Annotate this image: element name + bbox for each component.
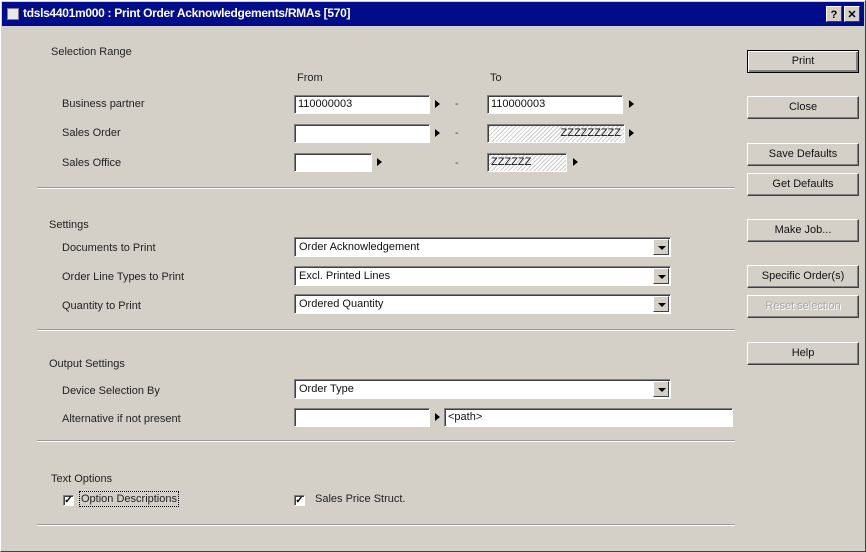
sales-office-from-zoom-icon[interactable] (377, 158, 382, 166)
range-dash: - (455, 157, 459, 169)
close-icon[interactable]: ✕ (844, 6, 860, 22)
sales-price-struct-label[interactable]: Sales Price Struct. (315, 493, 405, 505)
sales-order-to-zoom-icon[interactable] (629, 129, 634, 137)
quantity-to-print-value: Ordered Quantity (299, 298, 384, 310)
chevron-down-icon (658, 246, 666, 250)
chevron-down-icon (658, 388, 666, 392)
separator (37, 187, 735, 189)
range-dash: - (455, 98, 459, 110)
dropdown-button[interactable] (653, 239, 669, 255)
to-column-header: To (490, 72, 502, 84)
documents-to-print-label: Documents to Print (62, 242, 156, 254)
sales-office-from-field[interactable] (294, 153, 372, 172)
device-selection-value: Order Type (299, 383, 354, 395)
specific-orders-button[interactable]: Specific Order(s) (747, 265, 859, 288)
reset-selection-button[interactable]: Reset selection (747, 295, 859, 318)
title-bar[interactable]: tdsls4401m000 : Print Order Acknowledgem… (2, 2, 864, 26)
sales-office-to-field[interactable]: ZZZZZZ (487, 153, 567, 172)
chevron-down-icon (658, 303, 666, 307)
text-options-title: Text Options (51, 473, 113, 485)
alternative-field[interactable] (294, 408, 430, 427)
print-button[interactable]: Print (747, 50, 859, 73)
dropdown-button[interactable] (653, 381, 669, 397)
from-column-header: From (297, 72, 323, 84)
sales-order-label: Sales Order (62, 127, 121, 139)
dropdown-button[interactable] (653, 296, 669, 312)
settings-title: Settings (49, 219, 89, 231)
option-descriptions-label[interactable]: Option Descriptions (79, 491, 179, 507)
alternative-label: Alternative if not present (62, 413, 181, 425)
quantity-to-print-label: Quantity to Print (62, 300, 141, 312)
help-icon[interactable]: ? (826, 6, 842, 22)
sales-order-from-field[interactable] (294, 124, 430, 143)
documents-to-print-select[interactable]: Order Acknowledgement (294, 237, 671, 257)
order-line-types-select[interactable]: Excl. Printed Lines (294, 266, 671, 286)
documents-to-print-value: Order Acknowledgement (299, 241, 420, 253)
option-descriptions-checkbox[interactable]: ✓ (63, 495, 74, 506)
sales-office-label: Sales Office (62, 157, 122, 169)
get-defaults-button[interactable]: Get Defaults (747, 173, 859, 196)
close-button[interactable]: Close (747, 96, 859, 119)
device-selection-select[interactable]: Order Type (294, 379, 671, 399)
sales-office-to-zoom-icon[interactable] (573, 158, 578, 166)
separator (37, 329, 735, 331)
output-settings-title: Output Settings (49, 358, 125, 370)
selection-range-title: Selection Range (51, 46, 132, 58)
business-partner-from-zoom-icon[interactable] (435, 100, 440, 108)
make-job-button[interactable]: Make Job... (747, 219, 859, 242)
dropdown-button[interactable] (653, 268, 669, 284)
print-dialog-window: tdsls4401m000 : Print Order Acknowledgem… (0, 0, 866, 552)
chevron-down-icon (658, 275, 666, 279)
app-icon[interactable] (7, 8, 19, 20)
path-field[interactable]: <path> (444, 408, 733, 427)
separator (37, 524, 735, 526)
window-title: tdsls4401m000 : Print Order Acknowledgem… (23, 6, 351, 20)
alternative-zoom-icon[interactable] (435, 413, 440, 421)
sales-order-to-field[interactable]: ZZZZZZZZZ (487, 124, 625, 143)
order-line-types-label: Order Line Types to Print (62, 271, 185, 283)
save-defaults-button[interactable]: Save Defaults (747, 143, 859, 166)
quantity-to-print-select[interactable]: Ordered Quantity (294, 294, 671, 314)
range-dash: - (455, 127, 459, 139)
business-partner-from-field[interactable]: 110000003 (294, 95, 430, 114)
separator (37, 440, 735, 442)
order-line-types-value: Excl. Printed Lines (299, 270, 391, 282)
sales-order-from-zoom-icon[interactable] (435, 129, 440, 137)
help-button[interactable]: Help (747, 342, 859, 365)
business-partner-to-zoom-icon[interactable] (629, 100, 634, 108)
sales-price-struct-checkbox[interactable]: ✓ (294, 495, 305, 506)
device-selection-label: Device Selection By (62, 385, 160, 397)
business-partner-label: Business partner (62, 98, 145, 110)
business-partner-to-field[interactable]: 110000003 (487, 95, 623, 114)
